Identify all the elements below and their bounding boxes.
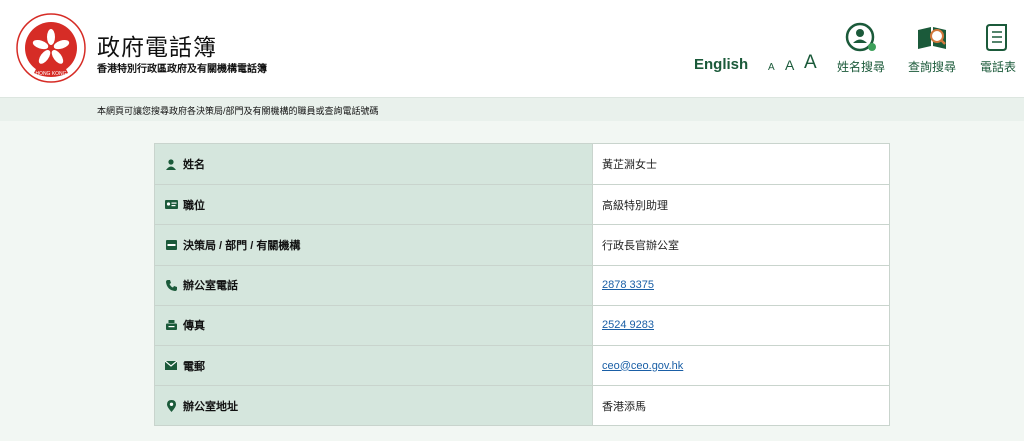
hksar-emblem-logo[interactable]: HONG KONG: [16, 13, 86, 83]
address-value: 香港添馬: [602, 400, 646, 413]
svg-text:HONG KONG: HONG KONG: [35, 71, 66, 77]
row-value-cell: 2524 9283: [593, 306, 889, 345]
map-pin-icon: [164, 399, 178, 412]
person-search-icon: [845, 22, 876, 52]
row-label: 傳真: [183, 320, 205, 333]
fax-link[interactable]: 2524 9283: [602, 319, 654, 331]
font-size-small-button[interactable]: A: [768, 62, 775, 73]
id-card-icon: [164, 199, 178, 211]
row-label: 職位: [183, 199, 205, 212]
table-row: 傳真 2524 9283: [155, 304, 889, 345]
fax-icon: [164, 319, 178, 331]
book-search-icon: [918, 27, 946, 49]
row-label-cell: 辦公室地址: [155, 386, 593, 426]
row-value-cell: 高級特別助理: [593, 185, 889, 224]
font-size-medium-button[interactable]: A: [785, 57, 794, 73]
subheader-bar: 本網頁可讓您搜尋政府各決策局/部門及有關機構的職員或查詢電話號碼: [0, 97, 1024, 121]
person-icon: [164, 158, 178, 170]
row-label-cell: 辦公室電話: [155, 265, 593, 305]
english-language-link[interactable]: English: [694, 56, 748, 73]
post-value: 高級特別助理: [602, 199, 668, 212]
subheader-text: 本網頁可讓您搜尋政府各決策局/部門及有關機構的職員或查詢電話號碼: [97, 106, 379, 116]
inbox-icon: [164, 239, 178, 251]
row-value-cell: 黃芷淵女士: [593, 144, 889, 184]
row-value-cell: 行政長官辦公室: [593, 225, 889, 264]
row-label: 決策局 / 部門 / 有關機構: [183, 239, 301, 252]
row-label: 辦公室地址: [183, 400, 238, 413]
header: HONG KONG 政府電話簿 香港特別行政區政府及有關機構電話簿 Englis…: [0, 0, 1024, 97]
staff-record-table: 姓名 黃芷淵女士 職位 高級特別助理 決策局 / 部門 / 有關機構 行政長官辦…: [154, 143, 890, 427]
table-row: 辦公室電話 2878 3375: [155, 264, 889, 305]
row-label-cell: 職位: [155, 185, 593, 225]
nav-query-search[interactable]: 查詢搜尋: [904, 22, 960, 75]
row-label-cell: 傳真: [155, 305, 593, 345]
table-row: 姓名 黃芷淵女士: [155, 144, 889, 185]
name-value: 黃芷淵女士: [602, 159, 657, 172]
row-value-cell: 2878 3375: [593, 266, 889, 305]
row-value-cell: ceo@ceo.gov.hk: [593, 346, 889, 385]
row-label-cell: 姓名: [155, 144, 593, 185]
nav-name-search[interactable]: 姓名搜尋: [834, 22, 888, 75]
row-label: 辦公室電話: [183, 280, 238, 293]
nav-label: 姓名搜尋: [836, 60, 885, 74]
table-row: 電郵 ceo@ceo.gov.hk: [155, 344, 889, 386]
row-label: 電郵: [183, 360, 205, 373]
row-label-cell: 決策局 / 部門 / 有關機構: [155, 225, 593, 265]
nav-label: 查詢搜尋: [907, 60, 956, 74]
table-row: 決策局 / 部門 / 有關機構 行政長官辦公室: [155, 224, 889, 265]
envelope-icon: [164, 360, 178, 372]
font-size-large-button[interactable]: A: [804, 52, 817, 74]
site-title: 政府電話簿: [97, 35, 217, 61]
table-row: 辦公室地址 香港添馬: [155, 385, 889, 426]
scroll-icon: [986, 24, 1007, 51]
nav-phone-table[interactable]: 電話表: [975, 22, 1021, 75]
table-row: 職位 高級特別助理: [155, 184, 889, 225]
nav-label: 電話表: [979, 60, 1016, 74]
email-link[interactable]: ceo@ceo.gov.hk: [602, 360, 683, 372]
office-phone-link[interactable]: 2878 3375: [602, 279, 654, 291]
row-label: 姓名: [183, 159, 205, 172]
phone-icon: [164, 279, 178, 291]
site-subtitle: 香港特別行政區政府及有關機構電話簿: [97, 64, 267, 75]
row-value-cell: 香港添馬: [593, 386, 889, 425]
department-value: 行政長官辦公室: [602, 239, 679, 252]
row-label-cell: 電郵: [155, 345, 593, 386]
